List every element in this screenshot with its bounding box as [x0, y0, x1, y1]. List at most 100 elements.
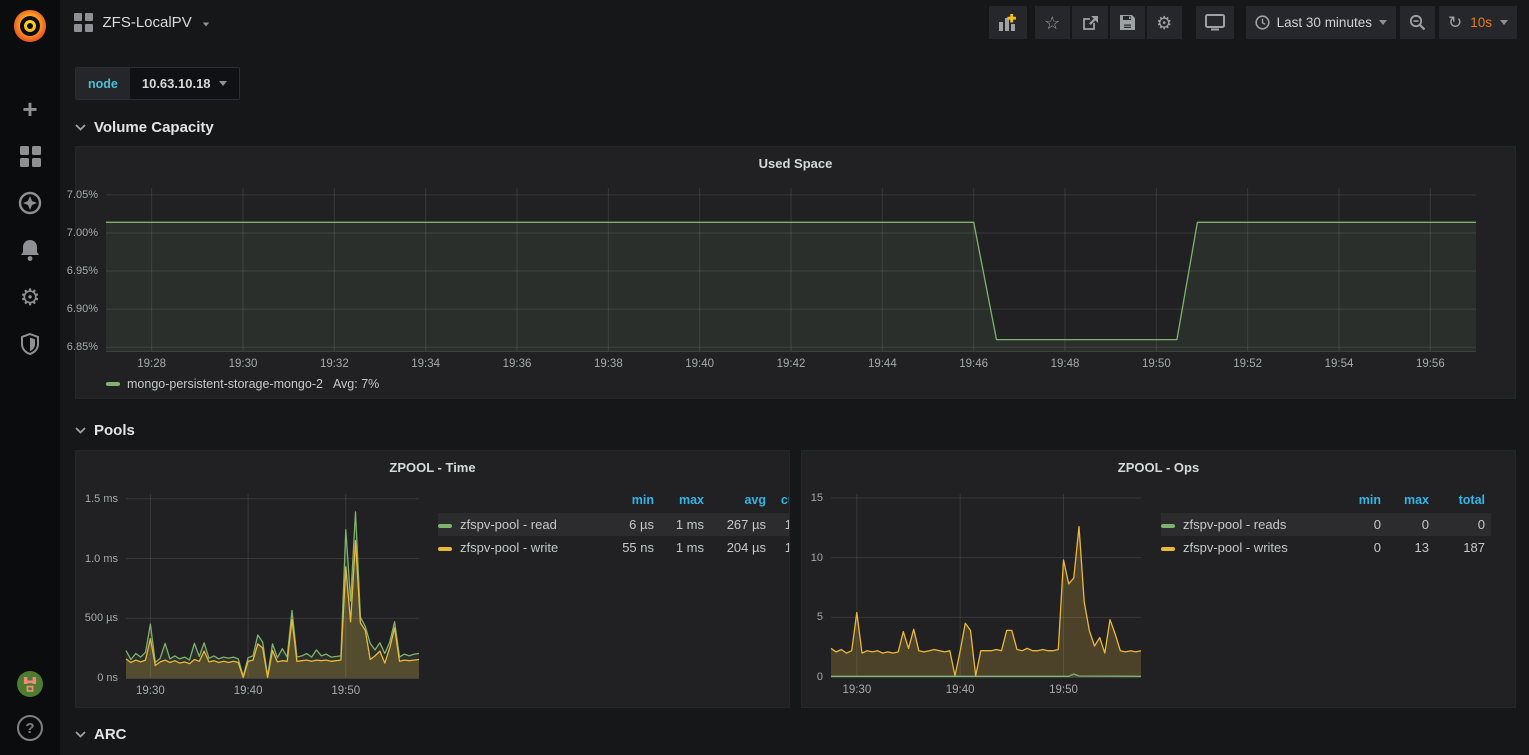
legend-series-name[interactable]: zfspv-pool - write: [438, 536, 608, 559]
y-axis-tick-label: 0 ns: [75, 671, 118, 685]
node-variable-label: node: [76, 68, 130, 99]
zpool-time-chart[interactable]: 0 ns500 µs1.0 ms1.5 ms19:3019:4019:50: [126, 494, 419, 679]
panel-title-used-space[interactable]: Used Space: [76, 156, 1515, 171]
chevron-down-icon: [203, 23, 209, 27]
x-axis-tick-label: 19:54: [1325, 358, 1354, 370]
x-axis-tick-label: 19:48: [1051, 358, 1080, 370]
y-axis-tick-label: 10: [763, 551, 823, 565]
used-space-legend-item[interactable]: mongo-persistent-storage-mongo-2 Avg: 7%: [106, 377, 379, 391]
node-variable-dropdown[interactable]: node 10.63.10.18: [75, 67, 240, 100]
refresh-icon: ↻: [1448, 15, 1462, 31]
dashboard-title-button[interactable]: ZFS-LocalPV: [74, 13, 210, 32]
time-range-picker[interactable]: Last 30 minutes: [1246, 6, 1396, 39]
legend-row: zfspv-pool - read6 µs1 ms267 µs172 µs: [438, 513, 790, 536]
panel-title-zpool-ops[interactable]: ZPOOL - Ops: [802, 460, 1515, 475]
chevron-down-icon: [1379, 20, 1387, 25]
legend-series-name[interactable]: zfspv-pool - read: [438, 513, 608, 536]
save-icon: [1119, 14, 1136, 31]
star-button[interactable]: ☆: [1035, 6, 1070, 39]
y-axis-tick-label: 15: [763, 491, 823, 505]
legend-value: 1 ms: [660, 536, 710, 559]
legend-series-name[interactable]: zfspv-pool - reads: [1161, 513, 1339, 536]
left-sidebar: + ⚙: [0, 0, 60, 755]
section-arc[interactable]: ARC: [75, 724, 1516, 744]
legend-column-header[interactable]: max: [1387, 491, 1435, 513]
legend-value: 55 ns: [608, 536, 660, 559]
series-name: mongo-persistent-storage-mongo-2: [127, 377, 323, 391]
star-icon: ☆: [1044, 14, 1060, 32]
zpool-ops-legend: minmaxtotalzfspv-pool - reads000zfspv-po…: [1161, 491, 1495, 559]
refresh-button[interactable]: ↻ 10s: [1439, 6, 1517, 39]
legend-series-name[interactable]: zfspv-pool - writes: [1161, 536, 1339, 559]
y-axis-tick-label: 1.5 ms: [75, 492, 118, 506]
panel-zpool-time: ZPOOL - Time 0 ns500 µs1.0 ms1.5 ms19:30…: [75, 450, 790, 708]
legend-column-header[interactable]: min: [1339, 491, 1387, 513]
time-range-label: Last 30 minutes: [1277, 15, 1372, 30]
section-volume-capacity[interactable]: Volume Capacity: [75, 117, 1516, 137]
y-axis-tick-label: 1.0 ms: [75, 552, 118, 566]
tv-mode-button[interactable]: [1196, 6, 1234, 39]
help-icon[interactable]: ?: [17, 715, 43, 741]
chevron-down-icon: [75, 731, 86, 738]
x-axis-tick-label: 19:40: [946, 684, 975, 696]
series-swatch: [1161, 524, 1175, 528]
add-panel-icon: [998, 14, 1018, 32]
legend-column-header[interactable]: min: [608, 491, 660, 513]
legend-value: 6 µs: [608, 513, 660, 536]
legend-value: 0: [1387, 513, 1435, 536]
create-icon[interactable]: +: [17, 96, 43, 122]
dashboard-title: ZFS-LocalPV: [103, 14, 192, 31]
chevron-down-icon: [219, 81, 227, 86]
chevron-down-icon: [75, 124, 86, 131]
zpool-time-legend: minmaxavgcurrentzfspv-pool - read6 µs1 m…: [438, 491, 790, 559]
navbar-actions: ☆ ⚙: [989, 6, 1517, 39]
user-avatar[interactable]: [17, 671, 43, 697]
series-avg: Avg: 7%: [333, 377, 379, 391]
dashboard-settings-button[interactable]: ⚙: [1147, 6, 1182, 39]
x-axis-tick-label: 19:30: [842, 684, 871, 696]
x-axis-tick-label: 19:30: [229, 358, 258, 370]
y-axis-tick-label: 500 µs: [75, 611, 118, 625]
legend-value: 13: [1387, 536, 1435, 559]
panel-used-space: Used Space 6.85%6.90%6.95%7.00%7.05%19:2…: [75, 146, 1516, 399]
add-panel-button[interactable]: [989, 6, 1027, 39]
grafana-logo-icon: [12, 8, 48, 44]
save-button[interactable]: [1110, 6, 1145, 39]
node-variable-value[interactable]: 10.63.10.18: [130, 68, 239, 99]
x-axis-tick-label: 19:44: [868, 358, 897, 370]
section-pools[interactable]: Pools: [75, 420, 1516, 440]
chevron-down-icon: [75, 427, 86, 434]
legend-value: 0: [1339, 536, 1387, 559]
x-axis-tick-label: 19:40: [234, 685, 263, 697]
panel-zpool-ops: ZPOOL - Ops 05101519:3019:4019:50 minmax…: [801, 450, 1516, 708]
grafana-logo[interactable]: [0, 0, 60, 52]
legend-column-header[interactable]: max: [660, 491, 710, 513]
alerting-bell-icon[interactable]: [17, 237, 43, 263]
monitor-icon: [1205, 14, 1225, 31]
legend-column-header[interactable]: total: [1435, 491, 1491, 513]
panel-title-zpool-time[interactable]: ZPOOL - Time: [76, 460, 789, 475]
legend-value: 0: [1339, 513, 1387, 536]
zpool-ops-chart[interactable]: 05101519:3019:4019:50: [831, 494, 1141, 678]
share-button[interactable]: [1072, 6, 1108, 39]
refresh-interval: 10s: [1470, 15, 1492, 30]
magnifier-minus-icon: [1409, 14, 1426, 31]
x-axis-tick-label: 19:42: [777, 358, 806, 370]
zoom-out-button[interactable]: [1400, 6, 1435, 39]
explore-compass-icon[interactable]: [17, 190, 43, 216]
x-axis-tick-label: 19:30: [136, 685, 165, 697]
template-variables-row: node 10.63.10.18: [75, 67, 1516, 100]
series-swatch: [106, 382, 120, 386]
legend-value: 1 ms: [660, 513, 710, 536]
used-space-chart[interactable]: 6.85%6.90%6.95%7.00%7.05%19:2819:3019:32…: [106, 188, 1476, 352]
x-axis-tick-label: 19:50: [331, 685, 360, 697]
series-swatch: [438, 524, 452, 528]
server-admin-shield-icon[interactable]: [17, 331, 43, 357]
x-axis-tick-label: 19:46: [959, 358, 988, 370]
legend-value: 172 µs: [772, 513, 790, 536]
x-axis-tick-label: 19:36: [503, 358, 532, 370]
legend-row: zfspv-pool - writes013187: [1161, 536, 1491, 559]
x-axis-tick-label: 19:28: [137, 358, 166, 370]
dashboards-icon[interactable]: [17, 143, 43, 169]
settings-gear-icon[interactable]: ⚙: [17, 284, 43, 310]
